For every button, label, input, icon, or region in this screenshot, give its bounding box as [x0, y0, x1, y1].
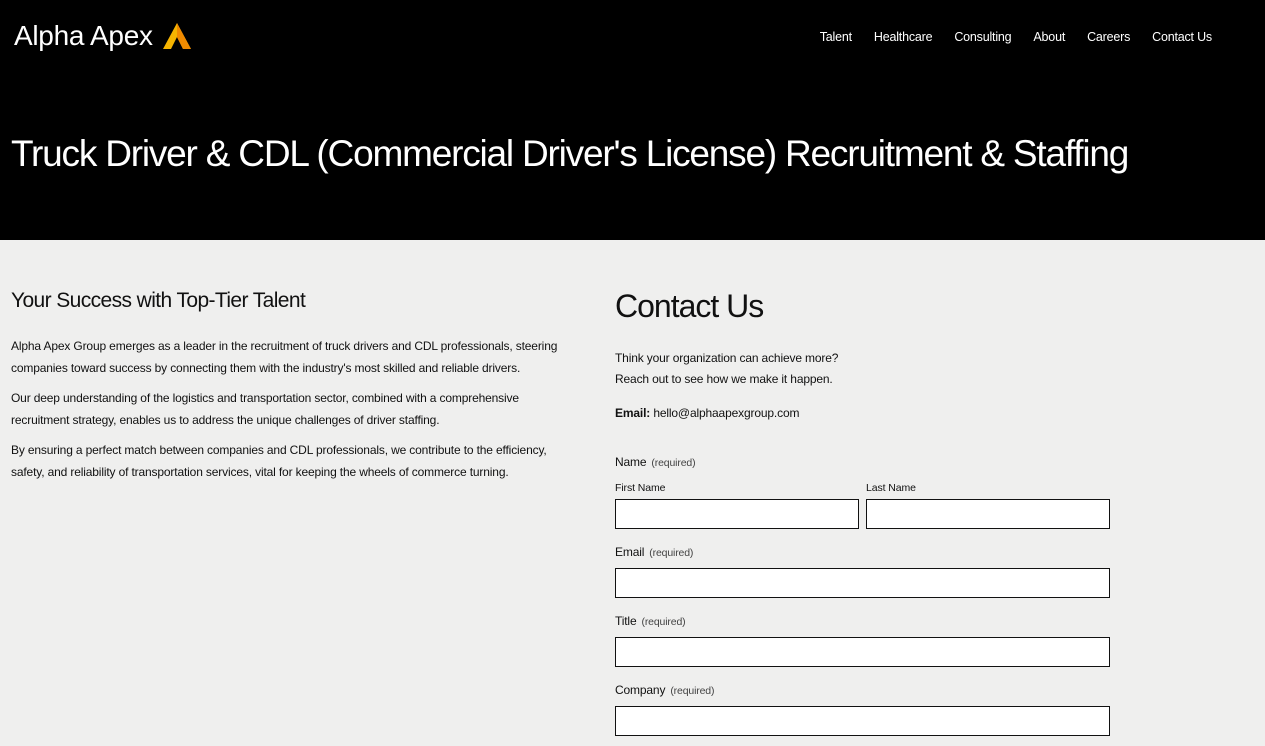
name-label-text: Name [615, 455, 647, 469]
last-name-input[interactable] [866, 499, 1110, 529]
first-name-group: First Name [615, 482, 859, 529]
email-field-group: Email (required) [615, 544, 1110, 598]
apex-triangle-logo-icon [162, 23, 191, 49]
last-name-label: Last Name [866, 482, 916, 494]
contact-form: Name (required) First Name Last Name Emai… [615, 454, 1110, 736]
contact-intro-line-1: Think your organization can achieve more… [615, 351, 839, 365]
last-name-group: Last Name [866, 482, 1110, 529]
title-label-text: Title [615, 614, 637, 628]
email-input[interactable] [615, 568, 1110, 598]
nav-careers[interactable]: Careers [1087, 29, 1130, 45]
main-nav: Talent Healthcare Consulting About Caree… [798, 29, 1212, 45]
intro-paragraph-3: By ensuring a perfect match between comp… [11, 443, 547, 479]
company-field-group: Company (required) [615, 682, 1110, 736]
brand-home-link[interactable]: Alpha Apex [14, 19, 192, 53]
company-input[interactable] [615, 706, 1110, 736]
title-field-group: Title (required) [615, 613, 1110, 667]
nav-consulting[interactable]: Consulting [954, 29, 1011, 45]
intro-paragraph-2: Our deep understanding of the logistics … [11, 391, 519, 427]
nav-healthcare[interactable]: Healthcare [874, 29, 933, 45]
contact-heading: Contact Us [615, 288, 764, 324]
company-required-note: (required) [670, 685, 715, 697]
first-name-input[interactable] [615, 499, 859, 529]
contact-email-link[interactable]: hello@alphaapexgroup.com [653, 406, 799, 420]
intro-section: Your Success with Top-Tier Talent Alpha … [11, 288, 571, 492]
name-label: Name (required) [615, 454, 1110, 471]
contact-intro: Think your organization can achieve more… [615, 348, 1115, 390]
first-name-label: First Name [615, 482, 666, 494]
nav-talent[interactable]: Talent [820, 29, 852, 45]
contact-email: Email: hello@alphaapexgroup.com [615, 405, 1115, 421]
email-label-text: Email [615, 545, 645, 559]
title-input[interactable] [615, 637, 1110, 667]
title-required-note: (required) [641, 616, 686, 628]
email-required-note: (required) [649, 547, 694, 559]
section-heading: Your Success with Top-Tier Talent [11, 289, 306, 312]
brand-name: Alpha Apex [14, 20, 153, 51]
name-field-group: Name (required) First Name Last Name [615, 454, 1110, 529]
nav-about[interactable]: About [1033, 29, 1065, 45]
company-label: Company (required) [615, 682, 1110, 699]
hero-banner: Alpha Apex Talent Healthcare Consulting … [0, 0, 1265, 240]
page-title: Truck Driver & CDL (Commercial Driver's … [11, 133, 1129, 174]
contact-section: Contact Us Think your organization can a… [615, 286, 1115, 421]
name-row: First Name Last Name [615, 482, 1110, 529]
email-label: Email (required) [615, 544, 1110, 561]
intro-paragraph-1: Alpha Apex Group emerges as a leader in … [11, 339, 558, 375]
title-label: Title (required) [615, 613, 1110, 630]
contact-intro-line-2: Reach out to see how we make it happen. [615, 372, 833, 386]
contact-email-label: Email: [615, 406, 651, 420]
name-required-note: (required) [651, 457, 696, 469]
nav-contact-us[interactable]: Contact Us [1152, 29, 1212, 45]
company-label-text: Company [615, 683, 666, 697]
